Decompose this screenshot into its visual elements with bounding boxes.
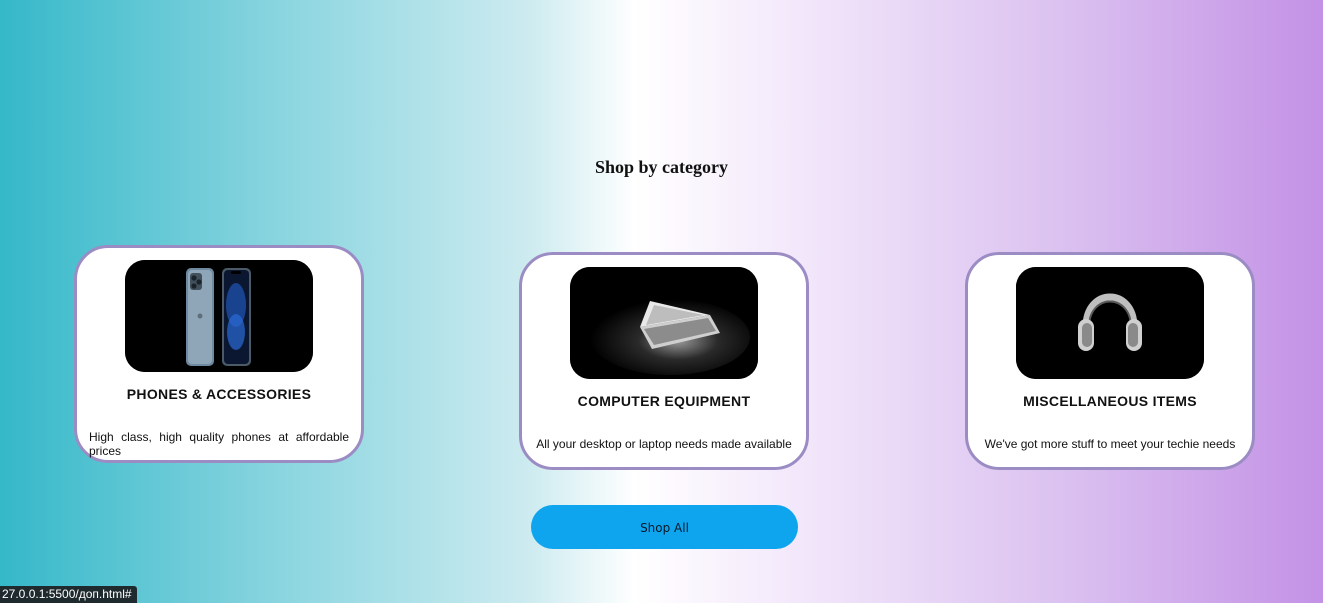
headphones-image[interactable]	[1016, 267, 1204, 379]
section-title: Shop by category	[594, 156, 728, 177]
status-bar-url: 27.0.0.1:5500/доп.html#	[0, 586, 137, 603]
card-title: COMPUTER EQUIPMENT	[577, 393, 751, 409]
card-description: All your desktop or laptop needs made av…	[536, 437, 792, 451]
category-card-computers[interactable]: COMPUTER EQUIPMENT All your desktop or l…	[519, 252, 809, 470]
phones-image[interactable]	[125, 260, 313, 372]
category-card-phones[interactable]: PHONES & ACCESSORIES High class, high qu…	[74, 245, 364, 463]
card-title: MISCELLANEOUS ITEMS	[1023, 393, 1197, 409]
category-card-misc[interactable]: MISCELLANEOUS ITEMS We've got more stuff…	[965, 252, 1255, 470]
card-title: PHONES & ACCESSORIES	[126, 386, 312, 402]
card-description: We've got more stuff to meet your techie…	[984, 437, 1236, 451]
card-description: High class, high quality phones at affor…	[89, 430, 349, 458]
shop-all-button[interactable]: Shop All	[531, 505, 798, 549]
laptop-image[interactable]	[570, 267, 758, 379]
